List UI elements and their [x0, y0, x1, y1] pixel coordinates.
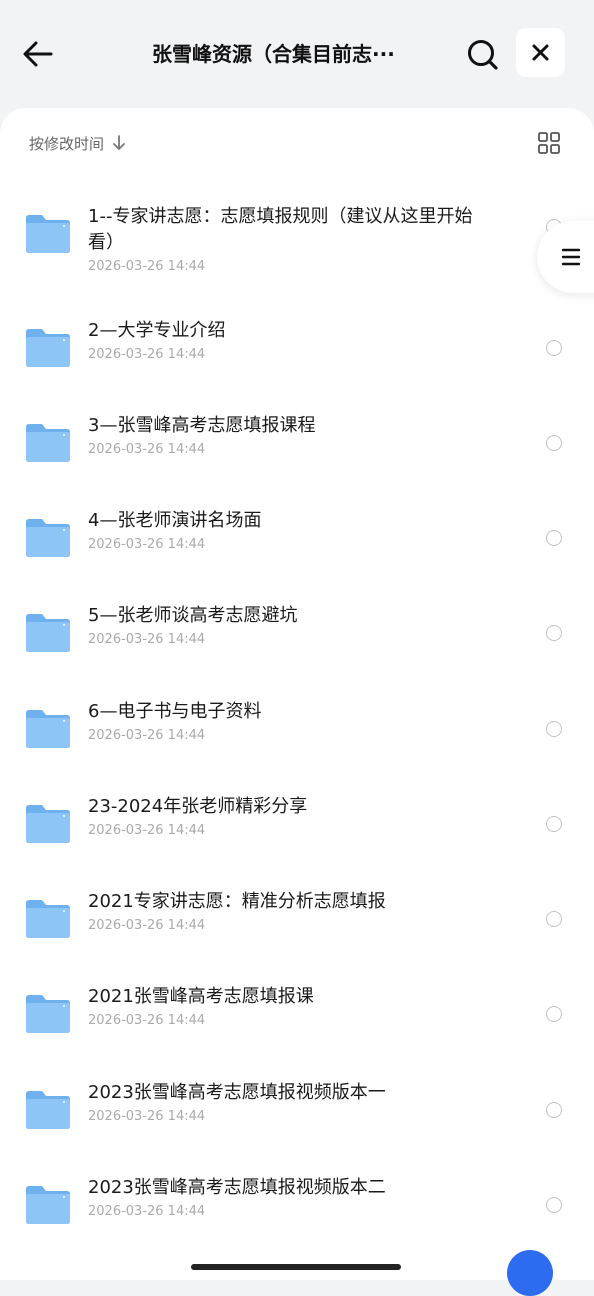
file-name: 4—张老师演讲名场面: [88, 510, 262, 531]
home-indicator: [191, 1264, 401, 1270]
file-name: 3—张雪峰高考志愿填报课程: [88, 415, 316, 436]
file-name: 2023张雪峰高考志愿填报视频版本一: [88, 1082, 386, 1103]
file-name: 2021专家讲志愿：精准分析志愿填报: [88, 891, 386, 912]
file-date: 2026-03-26 14:44: [88, 918, 206, 933]
file-date: 2026-03-26 14:44: [88, 537, 206, 552]
file-info: 2021张雪峰高考志愿填报课 2026-03-26 14:44: [88, 984, 488, 1030]
file-info: 4—张老师演讲名场面 2026-03-26 14:44: [88, 508, 488, 554]
folder-icon: [26, 710, 70, 748]
file-row[interactable]: 2021专家讲志愿：精准分析志愿填报 2026-03-26 14:44: [0, 872, 594, 967]
file-name: 6—电子书与电子资料: [88, 701, 262, 722]
file-row[interactable]: 1--专家讲志愿：志愿填报规则（建议从这里开始看） 2026-03-26 14:4…: [0, 188, 594, 301]
file-row[interactable]: 2—大学专业介绍 2026-03-26 14:44: [0, 301, 594, 396]
file-name: 2023张雪峰高考志愿填报视频版本二: [88, 1177, 386, 1198]
arrow-down-icon: [113, 135, 125, 150]
folder-icon: [26, 215, 70, 253]
top-bar: 张雪峰资源（合集目前志···: [0, 0, 594, 108]
folder-icon: [26, 519, 70, 557]
file-name: 2—大学专业介绍: [88, 320, 226, 341]
folder-icon: [26, 805, 70, 843]
sort-label: 按修改时间: [29, 134, 105, 153]
folder-icon: [26, 1186, 70, 1224]
file-info: 2023张雪峰高考志愿填报视频版本一 2026-03-26 14:44: [88, 1080, 488, 1126]
select-radio[interactable]: [546, 530, 562, 546]
sort-selector[interactable]: 按修改时间: [29, 132, 126, 154]
file-date: 2026-03-26 14:44: [88, 1013, 206, 1028]
file-info: 5—张老师谈高考志愿避坑 2026-03-26 14:44: [88, 603, 488, 649]
file-row[interactable]: 4—张老师演讲名场面 2026-03-26 14:44: [0, 491, 594, 586]
file-date: 2026-03-26 14:44: [88, 442, 206, 457]
file-row[interactable]: 3—张雪峰高考志愿填报课程 2026-03-26 14:44: [0, 396, 594, 491]
close-button[interactable]: [516, 28, 565, 77]
folder-icon: [26, 995, 70, 1033]
file-info: 1--专家讲志愿：志愿填报规则（建议从这里开始看） 2026-03-26 14:4…: [88, 204, 488, 276]
select-radio[interactable]: [546, 1006, 562, 1022]
file-list-panel: 按修改时间 1--专家讲志愿：志愿填报规则（建议从这里开始看） 2026-03-2…: [0, 108, 594, 1280]
back-button[interactable]: [18, 34, 58, 74]
page-title: 张雪峰资源（合集目前志···: [152, 42, 395, 66]
file-row[interactable]: 2021张雪峰高考志愿填报课 2026-03-26 14:44: [0, 967, 594, 1062]
grid-view-button[interactable]: [537, 131, 561, 155]
file-date: 2026-03-26 14:44: [88, 632, 206, 647]
file-date: 2026-03-26 14:44: [88, 1109, 206, 1124]
file-date: 2026-03-26 14:44: [88, 259, 206, 274]
select-radio[interactable]: [546, 1197, 562, 1213]
select-radio[interactable]: [546, 435, 562, 451]
file-name: 5—张老师谈高考志愿避坑: [88, 605, 298, 626]
close-icon: [532, 44, 549, 61]
file-date: 2026-03-26 14:44: [88, 1204, 206, 1219]
search-button[interactable]: [462, 34, 504, 76]
select-radio[interactable]: [546, 340, 562, 356]
select-radio[interactable]: [546, 1102, 562, 1118]
file-info: 2—大学专业介绍 2026-03-26 14:44: [88, 318, 488, 364]
file-name: 2021张雪峰高考志愿填报课: [88, 986, 314, 1007]
select-radio[interactable]: [546, 911, 562, 927]
file-date: 2026-03-26 14:44: [88, 823, 206, 838]
file-info: 6—电子书与电子资料 2026-03-26 14:44: [88, 699, 488, 745]
file-row[interactable]: 2023张雪峰高考志愿填报视频版本二 2026-03-26 14:44: [0, 1158, 594, 1253]
file-date: 2026-03-26 14:44: [88, 728, 206, 743]
folder-icon: [26, 329, 70, 367]
search-icon: [468, 40, 498, 70]
folder-icon: [26, 1091, 70, 1129]
menu-icon: [561, 248, 581, 266]
file-row[interactable]: 6—电子书与电子资料 2026-03-26 14:44: [0, 682, 594, 777]
arrow-left-icon: [23, 41, 53, 67]
file-row[interactable]: 23-2024年张老师精彩分享 2026-03-26 14:44: [0, 777, 594, 872]
folder-icon: [26, 424, 70, 462]
file-row[interactable]: 2023张雪峰高考志愿填报视频版本一 2026-03-26 14:44: [0, 1063, 594, 1158]
file-date: 2026-03-26 14:44: [88, 347, 206, 362]
file-name: 23-2024年张老师精彩分享: [88, 796, 308, 817]
folder-icon: [26, 900, 70, 938]
file-row[interactable]: 5—张老师谈高考志愿避坑 2026-03-26 14:44: [0, 586, 594, 681]
file-name: 1--专家讲志愿：志愿填报规则（建议从这里开始看）: [88, 206, 473, 253]
select-radio[interactable]: [546, 721, 562, 737]
grid-view-icon: [538, 132, 560, 154]
folder-icon: [26, 614, 70, 652]
select-radio[interactable]: [546, 816, 562, 832]
file-info: 2021专家讲志愿：精准分析志愿填报 2026-03-26 14:44: [88, 889, 488, 935]
file-info: 23-2024年张老师精彩分享 2026-03-26 14:44: [88, 794, 488, 840]
file-info: 3—张雪峰高考志愿填报课程 2026-03-26 14:44: [88, 413, 488, 459]
floating-action-button[interactable]: [507, 1250, 553, 1296]
select-radio[interactable]: [546, 625, 562, 641]
file-info: 2023张雪峰高考志愿填报视频版本二 2026-03-26 14:44: [88, 1175, 488, 1221]
